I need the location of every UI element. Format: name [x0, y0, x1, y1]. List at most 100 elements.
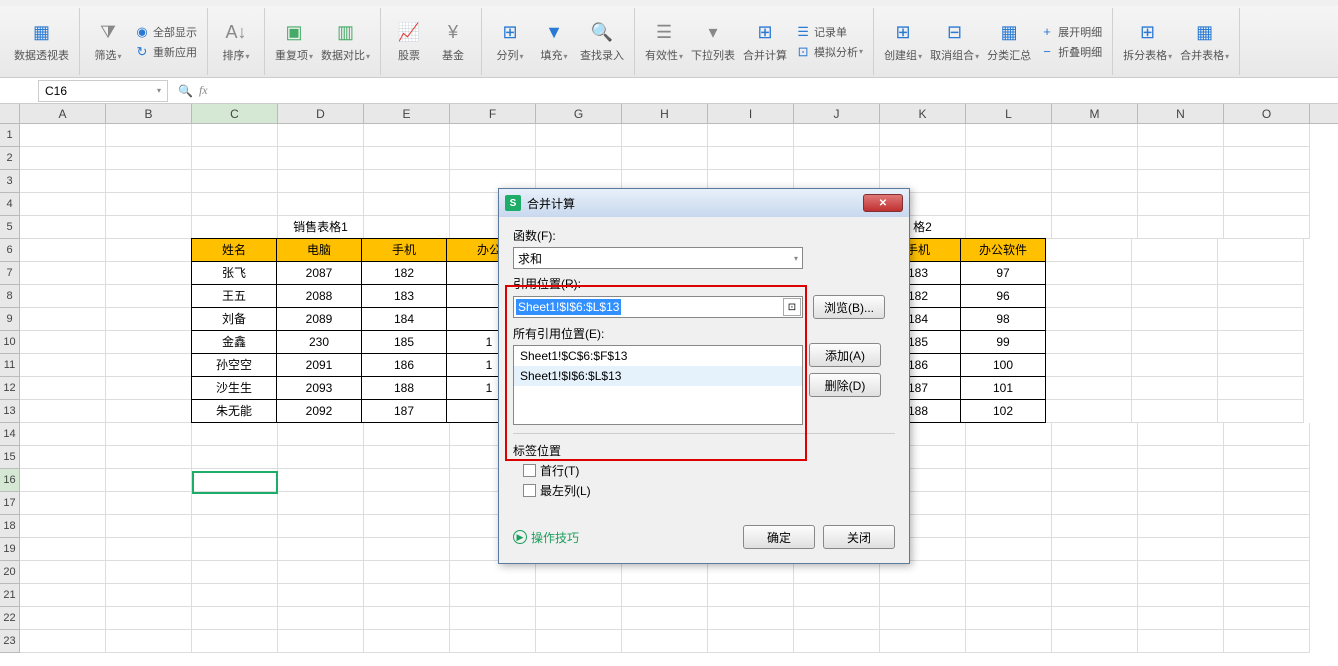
cell[interactable]: 99: [960, 330, 1046, 354]
validation-button[interactable]: ☰有效性▾: [641, 19, 687, 65]
cell[interactable]: [278, 446, 364, 469]
cell[interactable]: [966, 193, 1052, 216]
cell[interactable]: [106, 239, 192, 262]
cell[interactable]: [1224, 492, 1310, 515]
row-header[interactable]: 19: [0, 538, 20, 561]
cell[interactable]: [880, 561, 966, 584]
cell[interactable]: [364, 584, 450, 607]
cell[interactable]: [536, 561, 622, 584]
cell[interactable]: [20, 492, 106, 515]
cell[interactable]: [1224, 630, 1310, 653]
cell[interactable]: [106, 285, 192, 308]
cell[interactable]: [708, 584, 794, 607]
cell[interactable]: [794, 561, 880, 584]
cell[interactable]: [192, 492, 278, 515]
cell[interactable]: [1138, 193, 1224, 216]
cell[interactable]: [20, 400, 106, 423]
cell[interactable]: [106, 262, 192, 285]
cell[interactable]: [1224, 446, 1310, 469]
cell[interactable]: [192, 515, 278, 538]
cell[interactable]: [106, 377, 192, 400]
cell[interactable]: [364, 538, 450, 561]
cell[interactable]: [364, 147, 450, 170]
cell[interactable]: [708, 607, 794, 630]
cell[interactable]: [364, 469, 450, 492]
cell[interactable]: [1052, 515, 1138, 538]
cell[interactable]: [364, 515, 450, 538]
cell[interactable]: 102: [960, 399, 1046, 423]
column-header[interactable]: G: [536, 104, 622, 123]
cell[interactable]: [192, 561, 278, 584]
cell[interactable]: [1224, 170, 1310, 193]
cell[interactable]: [450, 630, 536, 653]
cell[interactable]: [1224, 193, 1310, 216]
cell[interactable]: [278, 423, 364, 446]
cell[interactable]: [1052, 446, 1138, 469]
cell[interactable]: [1046, 285, 1132, 308]
cell[interactable]: [1132, 308, 1218, 331]
cell[interactable]: [20, 147, 106, 170]
cell[interactable]: [20, 469, 106, 492]
cell[interactable]: [192, 469, 278, 492]
cell[interactable]: [106, 446, 192, 469]
range-picker-button[interactable]: ⊡: [783, 298, 801, 316]
row-header[interactable]: 21: [0, 584, 20, 607]
cell[interactable]: 188: [361, 376, 447, 400]
cell[interactable]: [1218, 354, 1304, 377]
cell[interactable]: [364, 607, 450, 630]
cell[interactable]: [192, 193, 278, 216]
cell[interactable]: 朱无能: [191, 399, 277, 423]
fund-button[interactable]: ¥基金: [431, 19, 475, 65]
cell[interactable]: [966, 170, 1052, 193]
cell[interactable]: [450, 147, 536, 170]
cell[interactable]: 沙生生: [191, 376, 277, 400]
column-header[interactable]: I: [708, 104, 794, 123]
cell[interactable]: [1052, 469, 1138, 492]
cell[interactable]: [1224, 469, 1310, 492]
cell[interactable]: [880, 630, 966, 653]
cell[interactable]: [192, 607, 278, 630]
dropdown-list-button[interactable]: ▾下拉列表: [687, 19, 739, 65]
cell[interactable]: [1132, 262, 1218, 285]
cell[interactable]: [20, 331, 106, 354]
cell[interactable]: 电脑: [276, 238, 362, 262]
cell[interactable]: [1046, 354, 1132, 377]
cell[interactable]: [1224, 423, 1310, 446]
cell[interactable]: 销售表格1: [278, 216, 364, 239]
cell[interactable]: [794, 607, 880, 630]
cell[interactable]: [20, 285, 106, 308]
cell[interactable]: [106, 423, 192, 446]
cell[interactable]: [880, 607, 966, 630]
cell[interactable]: 手机: [361, 238, 447, 262]
row-header[interactable]: 15: [0, 446, 20, 469]
column-header[interactable]: C: [192, 104, 278, 123]
cell[interactable]: [192, 446, 278, 469]
row-header[interactable]: 1: [0, 124, 20, 147]
cell[interactable]: 230: [276, 330, 362, 354]
cell[interactable]: [966, 538, 1052, 561]
cell[interactable]: [1138, 630, 1224, 653]
cell[interactable]: [1218, 262, 1304, 285]
reapply-button[interactable]: ↻重新应用: [130, 43, 201, 61]
column-header[interactable]: D: [278, 104, 364, 123]
cell[interactable]: [1132, 354, 1218, 377]
cell[interactable]: [1132, 239, 1218, 262]
cell[interactable]: [1218, 285, 1304, 308]
cell[interactable]: [106, 584, 192, 607]
cell[interactable]: [278, 124, 364, 147]
cell[interactable]: [794, 630, 880, 653]
name-box[interactable]: C16▾: [38, 80, 168, 102]
cell[interactable]: [1132, 377, 1218, 400]
cell[interactable]: [708, 147, 794, 170]
cell[interactable]: [966, 607, 1052, 630]
cell[interactable]: [966, 469, 1052, 492]
merge-table-button[interactable]: ▦合并表格▾: [1176, 19, 1233, 65]
cell[interactable]: [966, 630, 1052, 653]
cell[interactable]: [966, 147, 1052, 170]
cell[interactable]: [278, 630, 364, 653]
cell[interactable]: [1138, 170, 1224, 193]
cell[interactable]: [622, 584, 708, 607]
cell[interactable]: [1138, 515, 1224, 538]
browse-button[interactable]: 浏览(B)...: [813, 295, 885, 319]
split-table-button[interactable]: ⊞拆分表格▾: [1119, 19, 1176, 65]
